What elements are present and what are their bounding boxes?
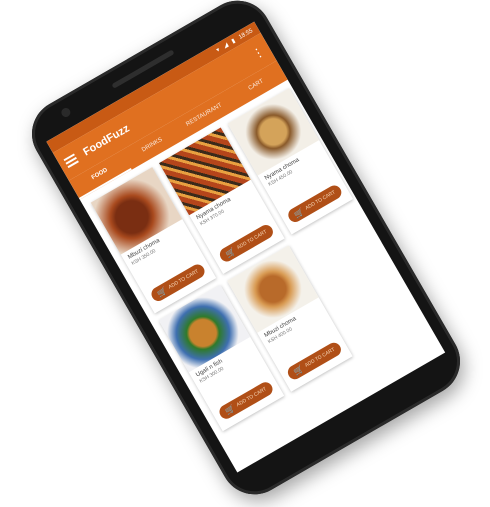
wifi-icon: ▾ (215, 47, 222, 54)
add-to-cart-button[interactable]: 🛒 ADD TO CART (285, 340, 344, 382)
hamburger-menu-icon[interactable] (63, 153, 79, 169)
add-to-cart-label: ADD TO CART (304, 189, 337, 212)
add-to-cart-label: ADD TO CART (303, 346, 337, 369)
signal-icon: ◢ (222, 42, 230, 50)
add-to-cart-label: ADD TO CART (167, 268, 200, 291)
cart-icon: 🛒 (155, 285, 169, 299)
phone-frame: ▾ ◢ ▮ 18:55 FoodFuzz ⋮ FOOD DRINKS RESTA… (19, 0, 473, 507)
cart-icon: 🛒 (223, 403, 237, 417)
battery-icon: ▮ (230, 38, 237, 45)
add-to-cart-label: ADD TO CART (235, 228, 269, 251)
add-to-cart-button[interactable]: 🛒 ADD TO CART (285, 182, 344, 225)
app-screen: ▾ ◢ ▮ 18:55 FoodFuzz ⋮ FOOD DRINKS RESTA… (46, 21, 446, 473)
cart-icon: 🛒 (291, 363, 306, 377)
add-to-cart-label: ADD TO CART (235, 386, 268, 409)
cart-icon: 🛒 (223, 245, 238, 259)
front-camera (59, 106, 73, 119)
cart-icon: 🛒 (292, 206, 306, 220)
add-to-cart-button[interactable]: 🛒 ADD TO CART (216, 379, 276, 422)
